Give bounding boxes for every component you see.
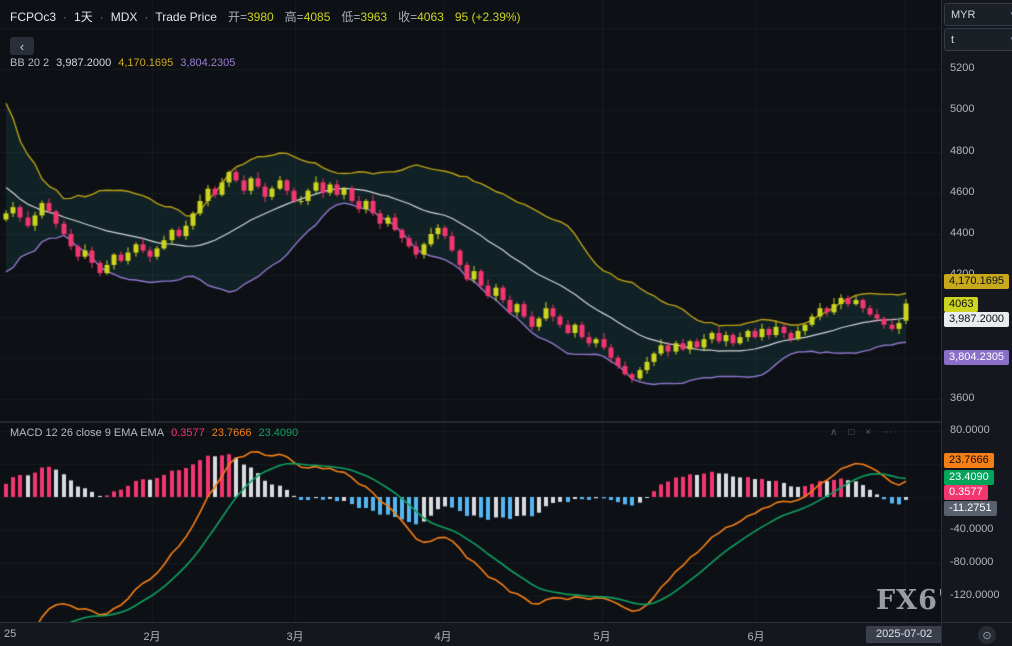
bb-mid-price-label: 3,987.2000 (944, 312, 1009, 327)
macd-tick: -40.0000 (950, 523, 993, 535)
currency-selector[interactable]: MYR ▾ (944, 3, 1012, 26)
time-label: 2月 (143, 628, 160, 644)
price-tick: 5000 (950, 103, 974, 115)
macd-indicator-legend[interactable]: MACD 12 26 close 9 EMA EMA 0.3577 23.766… (10, 427, 298, 439)
ohlc-close: 收=4063 (394, 8, 444, 25)
pane-separator[interactable] (0, 421, 941, 423)
time-axis[interactable]: 25 2月 3月 4月 5月 6月 2025-07-02 ⊙ (0, 622, 1012, 646)
axis-corner-divider (941, 623, 942, 646)
separator: · (100, 10, 104, 24)
price-tick: 4400 (950, 227, 974, 239)
price-type: Trade Price (155, 10, 217, 24)
currency-value: MYR (951, 9, 975, 21)
price-axis[interactable]: 5200 5000 4800 4600 4400 4200 3600 4,170… (941, 0, 1012, 622)
change-value: 95 (+2.39%) (455, 10, 521, 24)
bb-mid-value: 3,987.2000 (56, 57, 111, 69)
interval: 1天 (74, 8, 93, 25)
bb-upper-value: 4,170.1695 (118, 57, 173, 69)
time-label: 3月 (286, 628, 303, 644)
ohlc-open: 开=3980 (224, 8, 274, 25)
macd-gray-label: -11.2751 (944, 501, 997, 516)
time-label: 6月 (747, 628, 764, 644)
timezone-clock-button[interactable]: ⊙ (978, 626, 996, 644)
symbol-name: FCPOc3 (10, 10, 56, 24)
price-tick: 3600 (950, 392, 974, 404)
bb-indicator-legend[interactable]: BB 20 2 3,987.2000 4,170.1695 3,804.2305 (10, 57, 235, 69)
macd-line-label: 23.7666 (944, 453, 994, 468)
back-button[interactable]: ‹ (10, 37, 34, 55)
unit-value: t (951, 34, 954, 46)
pane-controls: ∧ □ × ⋯ (830, 427, 892, 438)
bb-lower-value: 3,804.2305 (180, 57, 235, 69)
trading-chart-app: FX678 FCPOc3 · 1天 · MDX · Trade Price 开=… (0, 0, 1012, 646)
separator: · (63, 10, 67, 24)
close-pane-icon[interactable]: × (865, 427, 871, 438)
macd-tick: -80.0000 (950, 556, 993, 568)
time-label: 4月 (434, 628, 451, 644)
unit-selector[interactable]: t ▾ (944, 28, 1012, 51)
price-tick: 4800 (950, 145, 974, 157)
price-tick: 4600 (950, 186, 974, 198)
bb-lower-price-label: 3,804.2305 (944, 350, 1009, 365)
exchange: MDX (111, 10, 138, 24)
macd-tick: -120.0000 (950, 589, 1000, 601)
back-arrow-icon: ‹ (20, 39, 24, 54)
collapse-pane-icon[interactable]: ∧ (830, 427, 837, 438)
macd-line-value: 23.7666 (212, 427, 252, 439)
last-price-label: 4063 (944, 297, 978, 312)
macd-title: MACD 12 26 close 9 EMA EMA (10, 427, 164, 439)
separator: · (144, 10, 148, 24)
macd-hist-label: 0.3577 (944, 485, 988, 500)
time-label: 25 (4, 628, 16, 640)
bb-title: BB 20 2 (10, 57, 49, 69)
bb-upper-price-label: 4,170.1695 (944, 274, 1009, 289)
macd-signal-label: 23.4090 (944, 470, 994, 485)
maximize-pane-icon[interactable]: □ (848, 427, 854, 438)
macd-tick: 80.0000 (950, 424, 990, 436)
symbol-legend[interactable]: FCPOc3 · 1天 · MDX · Trade Price 开=3980 高… (10, 8, 521, 25)
macd-pane-chart[interactable] (0, 423, 941, 622)
ohlc-high: 高=4085 (281, 8, 331, 25)
current-date-label: 2025-07-02 (866, 626, 942, 643)
clock-icon: ⊙ (982, 629, 991, 642)
time-label: 5月 (593, 628, 610, 644)
price-tick: 5200 (950, 62, 974, 74)
more-options-icon[interactable]: ⋯ (882, 427, 892, 438)
macd-hist-value: 0.3577 (171, 427, 205, 439)
macd-signal-value: 23.4090 (258, 427, 298, 439)
ohlc-low: 低=3963 (337, 8, 387, 25)
